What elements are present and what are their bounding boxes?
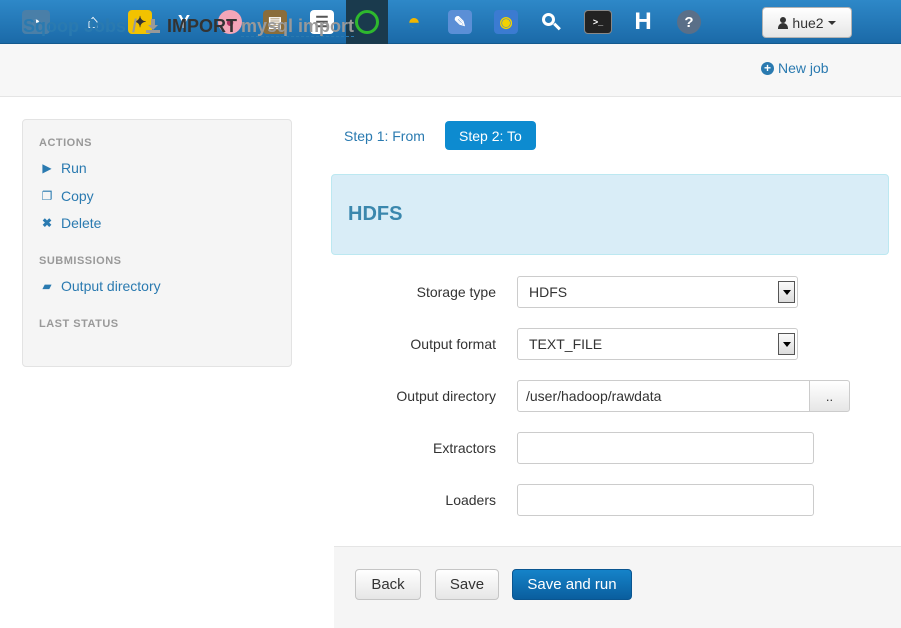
dropdown-arrow-icon: [778, 333, 795, 355]
output-format-label: Output format: [410, 336, 496, 352]
output-directory-field-label: Output directory: [396, 388, 496, 404]
folder-open-icon: ▰: [42, 279, 52, 293]
section-title: HDFS: [348, 203, 403, 225]
run-action[interactable]: ▶ Run: [39, 160, 87, 176]
extractors-input[interactable]: [517, 432, 814, 464]
search-icon[interactable]: [535, 6, 567, 38]
user-name: hue2: [792, 14, 824, 31]
job-name-editable[interactable]: mysql import: [241, 16, 355, 37]
browse-button[interactable]: ..: [809, 380, 850, 412]
copy-action[interactable]: ❐ Copy: [39, 188, 94, 204]
download-icon: [145, 18, 161, 34]
user-icon: [778, 16, 789, 29]
target-icon[interactable]: ◉: [490, 6, 522, 38]
caret-down-icon: [827, 20, 836, 25]
loaders-input[interactable]: [517, 484, 814, 516]
save-button[interactable]: Save: [435, 569, 499, 600]
hardhat-icon[interactable]: ◓: [398, 6, 430, 38]
sidebar: ACTIONS ▶ Run ❐ Copy ✖ Delete SUBMISSION…: [22, 119, 292, 367]
output-format-select[interactable]: TEXT_FILE: [517, 328, 798, 360]
extractors-label: Extractors: [432, 440, 496, 456]
breadcrumb: Sqoop Jobs / IMPORT mysql import: [23, 14, 355, 38]
breadcrumb-separator: /: [132, 15, 138, 36]
copy-label: Copy: [61, 188, 94, 204]
output-format-value: TEXT_FILE: [529, 336, 603, 352]
dropdown-arrow-icon: [778, 281, 795, 303]
actions-header: ACTIONS: [39, 137, 92, 149]
tab-step-1-from[interactable]: Step 1: From: [330, 121, 439, 150]
output-directory-input[interactable]: /user/hadoop/rawdata: [517, 380, 810, 412]
plus-circle-icon: +: [761, 61, 774, 75]
delete-label: Delete: [61, 215, 102, 231]
play-icon: ▶: [42, 161, 52, 175]
delete-action[interactable]: ✖ Delete: [39, 215, 102, 231]
output-directory-label: Output directory: [61, 278, 161, 294]
editor-icon[interactable]: ✎: [444, 6, 476, 38]
shell-icon[interactable]: >_: [582, 6, 614, 38]
storage-type-select[interactable]: HDFS: [517, 276, 798, 308]
copy-icon: ❐: [41, 189, 53, 203]
breadcrumb-sqoop-jobs[interactable]: Sqoop Jobs: [23, 16, 126, 37]
last-status-header: LAST STATUS: [39, 318, 119, 330]
output-directory-value: /user/hadoop/rawdata: [526, 388, 662, 404]
tab-step-2-to[interactable]: Step 2: To: [445, 121, 536, 150]
user-menu-button[interactable]: hue2: [762, 7, 852, 38]
submissions-header: SUBMISSIONS: [39, 255, 122, 267]
hbase-icon[interactable]: H: [627, 6, 659, 38]
new-job-link[interactable]: + New job: [761, 60, 829, 76]
run-label: Run: [61, 160, 87, 176]
back-button[interactable]: Back: [355, 569, 421, 600]
job-type-label: IMPORT: [167, 15, 238, 36]
new-job-label: New job: [778, 60, 829, 76]
storage-type-value: HDFS: [529, 284, 568, 300]
delete-icon: ✖: [41, 216, 53, 230]
storage-type-label: Storage type: [416, 284, 496, 300]
output-directory-link[interactable]: ▰ Output directory: [39, 278, 161, 294]
save-and-run-button[interactable]: Save and run: [512, 569, 632, 600]
help-icon[interactable]: ?: [673, 6, 705, 38]
section-header: HDFS: [331, 174, 889, 255]
loaders-label: Loaders: [445, 492, 496, 508]
